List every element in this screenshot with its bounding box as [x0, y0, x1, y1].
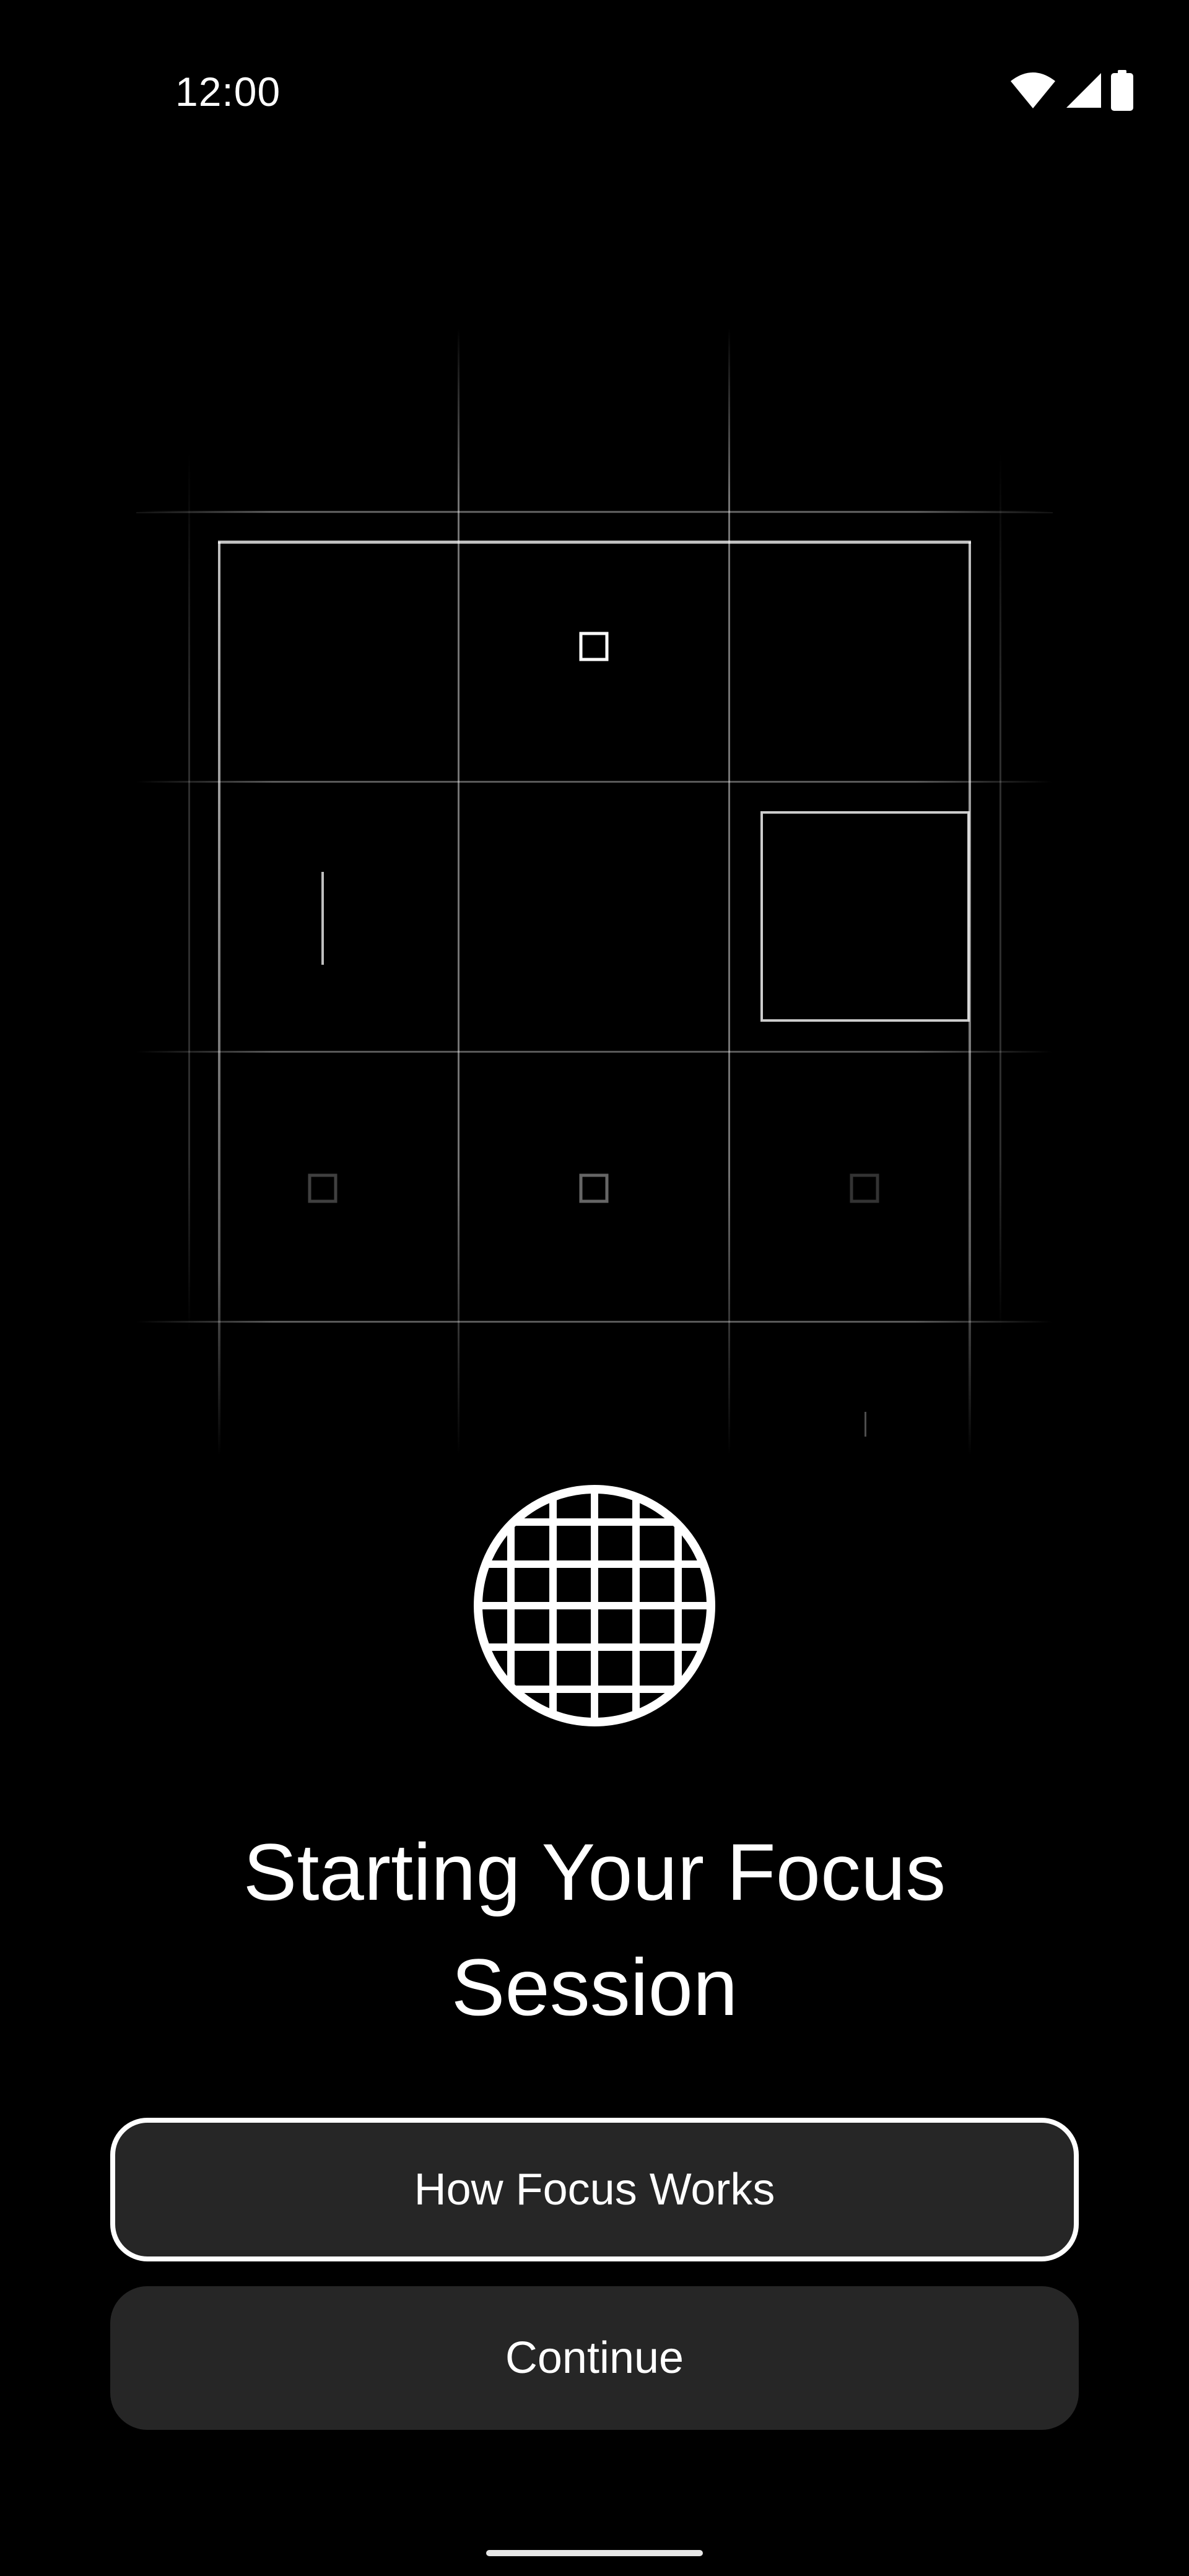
status-time: 12:00	[175, 69, 281, 115]
how-focus-works-button[interactable]: How Focus Works	[110, 2118, 1079, 2261]
wifi-icon	[1009, 71, 1056, 113]
page-title-line-1: Starting Your Focus	[243, 1827, 946, 1917]
battery-icon	[1111, 69, 1133, 114]
status-icons	[1009, 67, 1133, 116]
focus-grid-illustration	[136, 328, 1053, 1455]
continue-label: Continue	[505, 2333, 684, 2383]
page-title-line-2: Session	[451, 1942, 738, 2032]
status-bar: 12:00	[0, 0, 1189, 186]
page-title: Starting Your Focus Session	[99, 1814, 1090, 2045]
cellular-signal-icon	[1065, 72, 1102, 112]
home-indicator[interactable]	[486, 2550, 703, 2556]
continue-button[interactable]: Continue	[110, 2286, 1079, 2430]
how-focus-works-label: How Focus Works	[414, 2165, 775, 2214]
grid-globe-icon	[471, 1482, 718, 1730]
